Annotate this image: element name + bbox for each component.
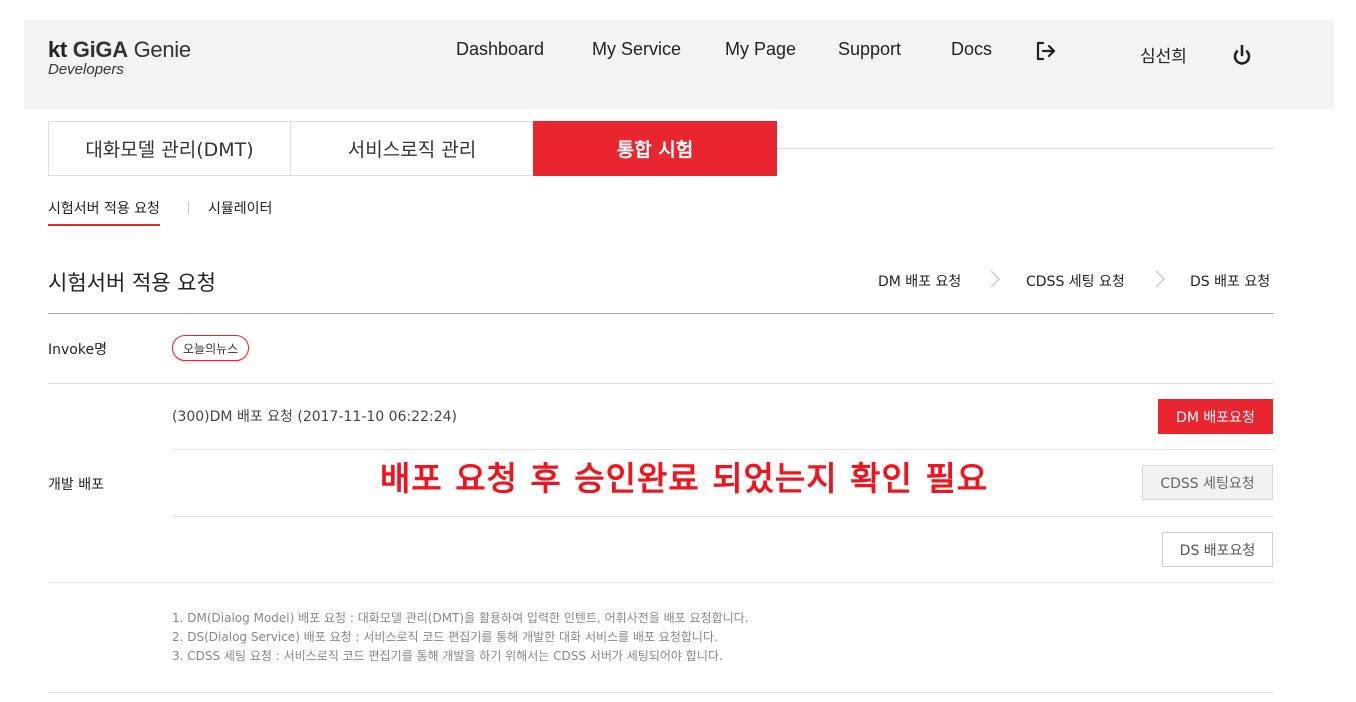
section-divider — [48, 313, 1274, 314]
step-cdss-setting: CDSS 세팅 요청 — [1026, 274, 1125, 290]
subnav-divider — [188, 201, 189, 214]
chevron-right-icon — [988, 268, 1002, 290]
dm-deploy-status: (300)DM 배포 요청 (2017-11-10 06:22:24) — [172, 409, 457, 425]
main-tabs: 대화모델 관리(DMT) 서비스로직 관리 통합 시험 — [48, 121, 1274, 176]
note-item: 1. DM(Dialog Model) 배포 요청 : 대화모델 관리(DMT)… — [172, 611, 749, 625]
nav-my-page[interactable]: My Page — [725, 39, 796, 60]
logout-icon[interactable] — [1033, 39, 1057, 63]
cdss-setting-request-button[interactable]: CDSS 세팅요청 — [1142, 465, 1273, 500]
ds-deploy-request-button[interactable]: DS 배포요청 — [1162, 532, 1273, 567]
subnav-apply-request[interactable]: 시험서버 적용 요청 — [48, 198, 160, 226]
logo-developers: Developers — [48, 61, 124, 78]
bottom-divider — [48, 692, 1274, 693]
chevron-right-icon — [1153, 268, 1167, 290]
subnav-simulator[interactable]: 시뮬레이터 — [208, 198, 272, 218]
tab-baseline — [777, 148, 1274, 149]
annotation-text: 배포 요청 후 승인완료 되었는지 확인 필요 — [380, 459, 989, 498]
invoke-label: Invoke명 — [48, 342, 107, 358]
deploy-label: 개발 배포 — [48, 477, 104, 493]
tab-dmt[interactable]: 대화모델 관리(DMT) — [48, 121, 291, 176]
nav-dashboard[interactable]: Dashboard — [456, 39, 544, 60]
help-notes: 1. DM(Dialog Model) 배포 요청 : 대화모델 관리(DMT)… — [172, 609, 749, 666]
step-ds-deploy: DS 배포 요청 — [1190, 274, 1271, 290]
step-dm-deploy: DM 배포 요청 — [878, 274, 962, 290]
row-divider — [172, 516, 1274, 517]
row-divider — [48, 383, 1274, 384]
top-header: kt GiGA Genie Developers Dashboard My Se… — [24, 20, 1334, 109]
nav-docs[interactable]: Docs — [951, 39, 992, 60]
power-icon[interactable] — [1230, 43, 1254, 67]
invoke-name-chip[interactable]: 오늘의뉴스 — [172, 335, 250, 361]
main-nav: Dashboard My Service My Page Support Doc… — [24, 39, 1334, 63]
dm-deploy-request-button[interactable]: DM 배포요청 — [1158, 399, 1273, 434]
note-item: 3. CDSS 세팅 요청 : 서비스로직 코드 편집기를 통해 개발을 하기 … — [172, 649, 723, 663]
note-item: 2. DS(Dialog Service) 배포 요청 : 서비스로직 코드 편… — [172, 630, 718, 644]
row-divider — [172, 449, 1274, 450]
row-divider — [48, 582, 1274, 583]
user-name[interactable]: 심선희 — [1140, 42, 1187, 67]
nav-support[interactable]: Support — [838, 39, 901, 60]
tab-integration-test[interactable]: 통합 시험 — [533, 121, 777, 176]
tab-service-logic[interactable]: 서비스로직 관리 — [290, 121, 534, 176]
page-title: 시험서버 적용 요청 — [48, 271, 216, 295]
nav-my-service[interactable]: My Service — [592, 39, 681, 60]
